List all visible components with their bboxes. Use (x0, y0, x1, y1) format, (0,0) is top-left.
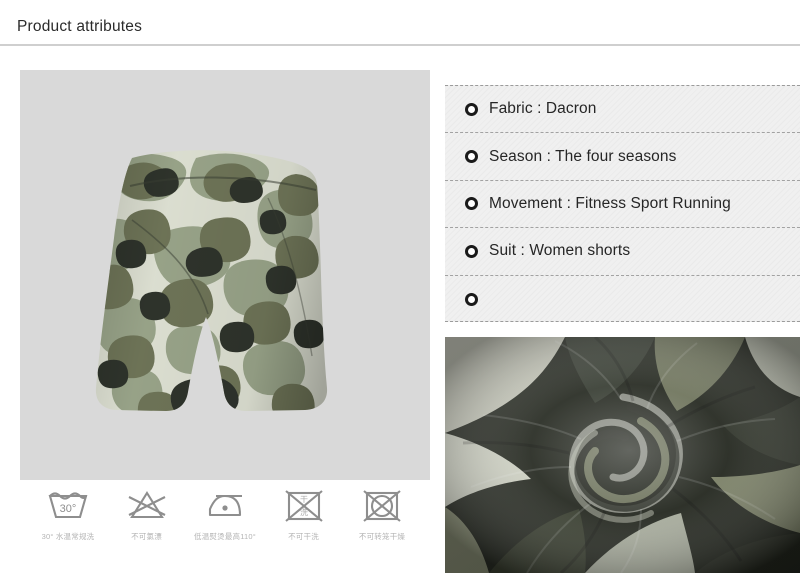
attribute-text-suit: Suit : Women shorts (489, 242, 631, 260)
iron-low-temp-icon (202, 484, 248, 526)
no-dry-clean-icon: 干 洗 (281, 484, 327, 526)
ring-bullet-icon (465, 292, 478, 306)
care-caption-bleach: 不可氯漂 (131, 532, 162, 541)
care-item-wash: 30° 30° 水温常规洗 (30, 484, 106, 542)
product-photo-shorts (20, 70, 430, 480)
attribute-text-fabric: Fabric : Dacron (489, 100, 597, 118)
attribute-row-suit: Suit : Women shorts (445, 228, 800, 276)
care-caption-dry-clean: 不可干洗 (288, 532, 319, 541)
fabric-closeup-photo[interactable] (445, 337, 800, 573)
care-instruction-strip: 30° 30° 水温常规洗 不可氯漂 低温熨烫最高110° 干 洗 不可干洗 不… (20, 484, 430, 556)
attribute-row-empty (445, 276, 800, 323)
attribute-row-movement: Movement : Fitness Sport Running (445, 181, 800, 229)
svg-text:洗: 洗 (300, 507, 308, 517)
attributes-panel: Fabric : Dacron Season : The four season… (445, 85, 800, 322)
no-tumble-dry-icon (359, 484, 405, 526)
care-item-dry-clean: 干 洗 不可干洗 (266, 484, 342, 542)
care-caption-iron: 低温熨烫最高110° (194, 532, 256, 541)
attribute-text-season: Season : The four seasons (489, 147, 677, 165)
ring-bullet-icon (465, 150, 478, 164)
care-item-tumble-dry: 不可转笼干燥 (344, 484, 420, 542)
attribute-row-fabric: Fabric : Dacron (445, 86, 800, 134)
care-caption-wash: 30° 水温常规洗 (41, 532, 95, 541)
attribute-text-movement: Movement : Fitness Sport Running (489, 194, 731, 212)
ring-bullet-icon (465, 102, 478, 116)
page-title: Product attributes (17, 18, 143, 35)
attribute-row-season: Season : The four seasons (445, 133, 800, 181)
product-photo-panel[interactable] (20, 70, 430, 480)
wash-tub-30-icon: 30° (45, 484, 91, 526)
page-header: Product attributes (0, 0, 800, 46)
care-item-bleach: 不可氯漂 (109, 484, 185, 542)
no-bleach-icon (124, 484, 170, 526)
care-caption-tumble-dry: 不可转笼干燥 (358, 532, 406, 541)
svg-text:干: 干 (300, 495, 308, 504)
svg-text:30°: 30° (60, 503, 77, 515)
header-divider (0, 44, 800, 46)
ring-bullet-icon (465, 244, 478, 258)
care-item-iron: 低温熨烫最高110° (187, 484, 263, 542)
ring-bullet-icon (465, 197, 478, 211)
